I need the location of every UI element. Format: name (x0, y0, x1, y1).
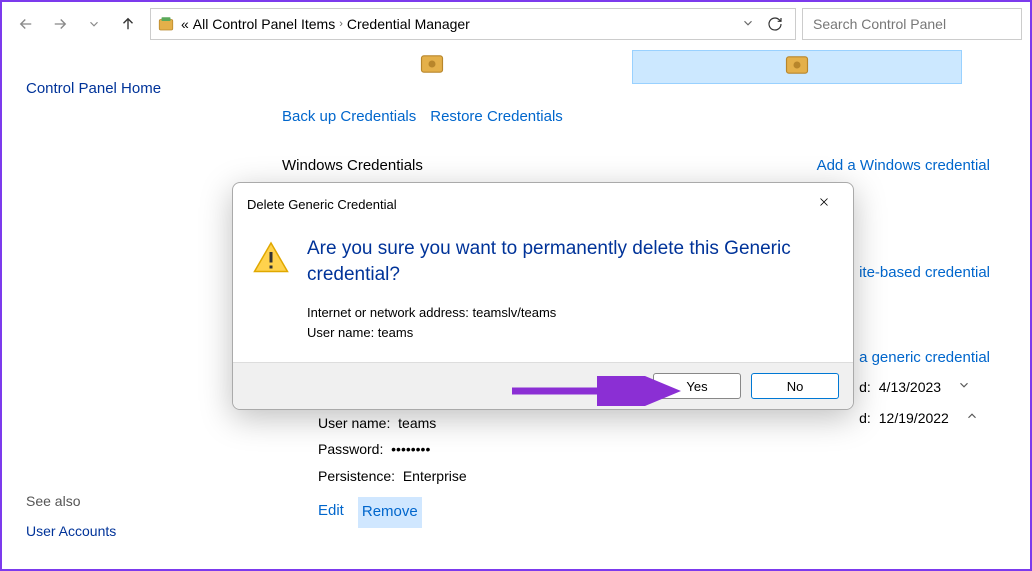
windows-credentials-tile[interactable] (632, 50, 962, 84)
dialog-heading: Are you sure you want to permanently del… (307, 236, 829, 287)
delete-credential-dialog: Delete Generic Credential Are you sure y… (232, 182, 854, 410)
toolbar: « All Control Panel Items › Credential M… (2, 2, 1030, 46)
search-input[interactable]: Search Control Panel (802, 8, 1022, 40)
address-bar[interactable]: « All Control Panel Items › Credential M… (150, 8, 796, 40)
forward-button[interactable] (44, 8, 76, 40)
credential-row[interactable]: d: 12/19/2022 (859, 409, 990, 426)
detail-persistence: Enterprise (403, 468, 467, 484)
detail-password: •••••••• (391, 441, 430, 457)
user-accounts-link[interactable]: User Accounts (26, 523, 238, 539)
control-panel-icon (157, 15, 175, 33)
chevron-right-icon: › (339, 18, 343, 30)
vault-icon (418, 50, 446, 78)
dialog-info-user: User name: teams (307, 323, 829, 343)
breadcrumb-item[interactable]: All Control Panel Items (193, 16, 335, 32)
refresh-button[interactable] (761, 16, 789, 32)
add-windows-credential-link[interactable]: Add a Windows credential (817, 157, 990, 174)
back-button[interactable] (10, 8, 42, 40)
modified-date: 4/13/2023 (879, 379, 941, 395)
backup-credentials-link[interactable]: Back up Credentials (282, 108, 416, 125)
address-dropdown-icon[interactable] (741, 16, 755, 33)
detail-username: teams (398, 415, 436, 431)
dialog-title: Delete Generic Credential (247, 197, 397, 212)
chevron-down-icon (957, 378, 971, 395)
vault-icon (783, 51, 811, 79)
section-header: Windows Credentials Add a Windows creden… (282, 153, 990, 178)
breadcrumb: « All Control Panel Items › Credential M… (181, 16, 735, 32)
chevron-up-icon (965, 409, 979, 426)
close-button[interactable] (809, 191, 839, 218)
restore-credentials-link[interactable]: Restore Credentials (430, 108, 563, 125)
add-cert-credential-link[interactable]: ite-based credential (859, 264, 990, 281)
dialog-info-address: Internet or network address: teamslv/tea… (307, 303, 829, 323)
control-panel-home-link[interactable]: Control Panel Home (26, 80, 238, 97)
warning-icon (253, 240, 289, 276)
add-generic-credential-link[interactable]: a generic credential (859, 349, 990, 366)
up-button[interactable] (112, 8, 144, 40)
breadcrumb-prefix: « (181, 16, 189, 32)
credential-row[interactable]: d: 4/13/2023 (859, 378, 990, 395)
section-title: Windows Credentials (282, 157, 423, 174)
yes-button[interactable]: Yes (653, 373, 741, 399)
sidebar: Control Panel Home See also User Account… (2, 46, 262, 569)
web-credentials-tile[interactable] (282, 50, 582, 84)
modified-date: 12/19/2022 (879, 410, 949, 426)
no-button[interactable]: No (751, 373, 839, 399)
search-placeholder: Search Control Panel (813, 16, 946, 32)
see-also-heading: See also (26, 493, 238, 509)
edit-link[interactable]: Edit (318, 497, 344, 528)
recent-dropdown-icon[interactable] (78, 8, 110, 40)
remove-link[interactable]: Remove (358, 497, 422, 528)
breadcrumb-item[interactable]: Credential Manager (347, 16, 470, 32)
